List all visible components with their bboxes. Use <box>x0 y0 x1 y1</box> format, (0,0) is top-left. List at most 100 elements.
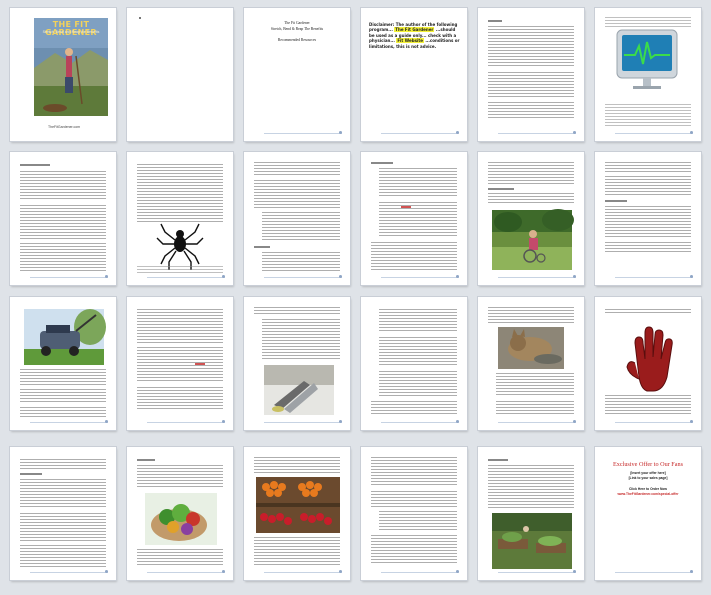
page-thumbnail-grid: THE FIT GARDENER Stretch, Bend and Reap … <box>0 0 711 595</box>
text-block <box>20 389 106 403</box>
text-block <box>605 242 691 254</box>
text-block <box>605 206 691 238</box>
garden-wheelchair-photo <box>492 209 574 270</box>
page-thumbnail-15[interactable] <box>244 297 350 430</box>
text-block <box>137 309 223 343</box>
cover-title: THE FIT GARDENER <box>45 20 97 37</box>
title-page-note: Recommended Resources <box>277 38 317 42</box>
page-thumbnail-12[interactable] <box>595 152 701 285</box>
page-thumbnail-24[interactable]: Exclusive Offer to Our Fans [Insert your… <box>595 447 701 580</box>
page-thumbnail-23[interactable] <box>478 447 584 580</box>
text-block <box>254 180 340 208</box>
text-block <box>20 171 106 201</box>
page-footer <box>264 420 342 423</box>
page-footer <box>30 275 108 278</box>
page-footer <box>147 420 225 423</box>
page-footer <box>498 570 576 573</box>
bullet-list <box>379 511 457 531</box>
text-block <box>254 537 340 567</box>
page-footer <box>264 570 342 573</box>
page-footer <box>498 131 576 134</box>
page-thumbnail-19[interactable] <box>10 447 116 580</box>
page-thumbnail-10[interactable] <box>361 152 467 285</box>
text-block <box>605 162 691 172</box>
page-thumbnail-17[interactable] <box>478 297 584 430</box>
page-thumbnail-7[interactable] <box>10 152 116 285</box>
text-block <box>371 491 457 507</box>
page-thumbnail-9[interactable] <box>244 152 350 285</box>
page-footer <box>381 275 459 278</box>
text-block <box>371 535 457 565</box>
page-footer <box>498 420 576 423</box>
page-thumbnail-22[interactable] <box>361 447 467 580</box>
page-thumbnail-20[interactable] <box>127 447 233 580</box>
bullet-list <box>496 373 574 397</box>
bullet-list <box>379 371 457 397</box>
text-block <box>20 479 106 509</box>
heading-block <box>20 473 42 475</box>
offer-title: Exclusive Offer to Our Fans <box>613 461 683 468</box>
page-thumbnail-13[interactable] <box>10 297 116 430</box>
text-block <box>488 72 574 98</box>
text-block <box>20 205 106 239</box>
page-footer <box>381 131 459 134</box>
disclaimer-text: Disclaimer: The author of the following … <box>369 22 460 49</box>
text-block <box>20 243 106 271</box>
bullet-list <box>262 252 340 272</box>
page-footer <box>498 275 576 278</box>
heading-block <box>254 246 270 248</box>
highlight-title: The Fit Gardener <box>394 27 435 33</box>
bullet-list <box>379 309 457 333</box>
page-thumbnail-11[interactable] <box>478 152 584 285</box>
offer-line-3: Click Here to Order Now <box>629 487 667 491</box>
page-footer <box>381 570 459 573</box>
text-block <box>605 395 691 415</box>
page-thumbnail-6[interactable] <box>595 8 701 141</box>
page-thumbnail-2[interactable] <box>127 8 233 141</box>
page-footer <box>615 420 693 423</box>
text-block <box>20 459 106 469</box>
page-thumbnail-14[interactable] <box>127 297 233 430</box>
heading-block <box>605 200 627 202</box>
heading-block <box>371 162 393 164</box>
vegetable-garden-photo <box>492 513 572 569</box>
text-block <box>254 162 340 176</box>
page-thumbnail-21[interactable] <box>244 447 350 580</box>
page-footer <box>30 420 108 423</box>
page-thumbnail-3[interactable]: The Fit Gardener Stretch, Bend & Reap Th… <box>244 8 350 141</box>
page-thumbnail-8[interactable] <box>127 152 233 285</box>
text-block <box>488 26 574 68</box>
offer-line-2: [Link to your sales page] <box>628 476 668 480</box>
page-footer <box>147 275 225 278</box>
offer-line-1: [Insert your offer here] <box>630 471 666 475</box>
inline-link[interactable] <box>401 206 411 208</box>
inline-link[interactable] <box>195 363 205 365</box>
title-page-subtitle: Stretch, Bend & Reap The Benefits <box>270 27 324 31</box>
offer-link[interactable]: www.TheFitGardener.com/special-offer <box>595 492 701 496</box>
text-block <box>137 549 223 567</box>
page-footer <box>147 570 225 573</box>
pruning-shears-photo <box>264 365 334 415</box>
page-thumbnail-16[interactable] <box>361 297 467 430</box>
page-footer <box>615 570 693 573</box>
bullet-list <box>379 202 457 238</box>
page-footer <box>264 275 342 278</box>
page-marker <box>139 17 141 19</box>
text-block <box>137 266 223 274</box>
text-block <box>20 513 106 541</box>
text-block <box>605 176 691 196</box>
text-block <box>137 387 223 411</box>
page-thumbnail-5[interactable] <box>478 8 584 141</box>
text-block <box>20 369 106 385</box>
text-block <box>371 401 457 415</box>
bullet-list <box>379 337 457 367</box>
highlight-link: Fit Website <box>396 38 424 44</box>
text-block <box>20 545 106 569</box>
page-thumbnail-4[interactable]: Disclaimer: The author of the following … <box>361 8 467 141</box>
cover-subtitle: Stretch, Bend and Reap the Benefits <box>42 30 100 34</box>
page-footer <box>615 131 693 134</box>
text-block <box>371 457 457 487</box>
bullet-list <box>262 212 340 242</box>
page-thumbnail-1[interactable]: THE FIT GARDENER Stretch, Bend and Reap … <box>10 8 116 141</box>
page-thumbnail-18[interactable] <box>595 297 701 430</box>
